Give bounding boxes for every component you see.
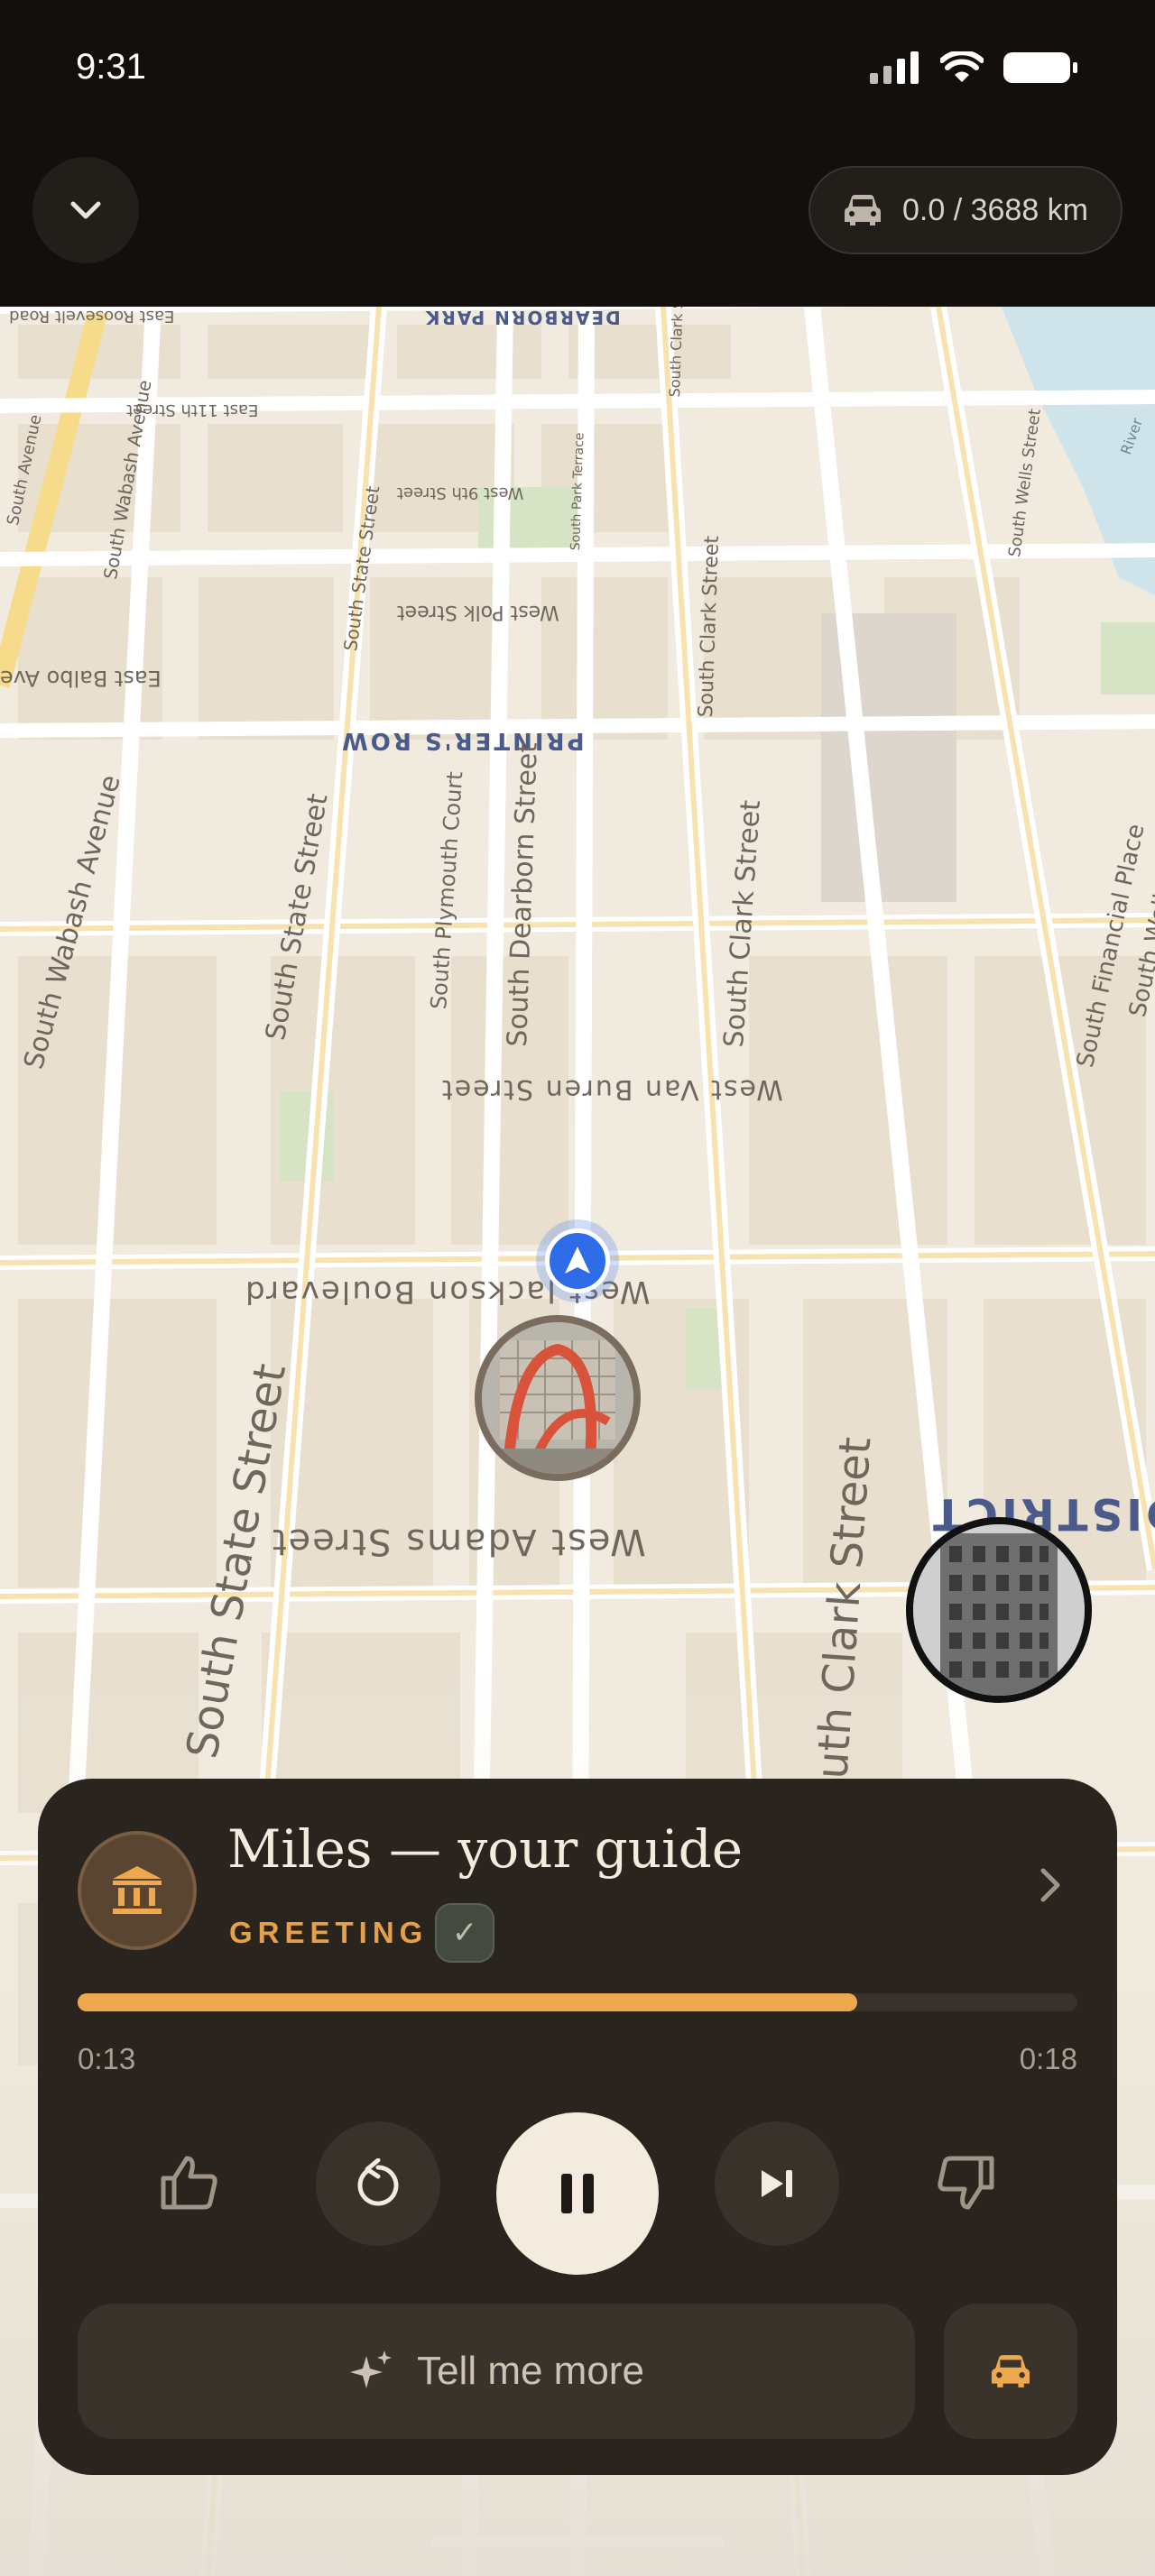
drive-mode-button[interactable] bbox=[944, 2304, 1077, 2439]
flamingo-sculpture-image bbox=[482, 1322, 633, 1474]
tell-me-more-button[interactable]: Tell me more bbox=[78, 2304, 915, 2439]
dislike-button[interactable] bbox=[929, 2147, 1002, 2219]
pause-icon bbox=[561, 2174, 594, 2213]
skip-next-icon bbox=[762, 2170, 792, 2197]
home-indicator[interactable] bbox=[431, 2536, 724, 2547]
sparkle-icon bbox=[350, 2351, 393, 2388]
tell-me-more-label: Tell me more bbox=[417, 2349, 644, 2393]
replay-icon bbox=[357, 2158, 399, 2206]
chapter-label: GREETING bbox=[229, 1916, 429, 1949]
distance-pill[interactable]: 0.0 / 3688 km bbox=[808, 166, 1123, 254]
distance-text: 0.0 / 3688 km bbox=[901, 192, 1088, 227]
poi-historic-building[interactable] bbox=[906, 1517, 1092, 1703]
status-time: 9:31 bbox=[76, 47, 146, 87]
map-label-polk: West Polk Street bbox=[397, 601, 559, 623]
map-label-dearborn-park: DEARBORN PARK bbox=[424, 307, 621, 328]
chapter-complete-badge: ✓ bbox=[435, 1903, 494, 1963]
current-location-marker bbox=[536, 1219, 619, 1302]
guide-title[interactable]: Miles — your guide bbox=[227, 1818, 743, 1880]
car-icon bbox=[844, 195, 881, 225]
open-details-button[interactable] bbox=[1038, 1865, 1065, 1909]
status-icons bbox=[870, 51, 1079, 85]
map-label-van-buren: West Van Buren Street bbox=[440, 1073, 783, 1105]
map-label-balbo: East Balbo Ave bbox=[0, 666, 162, 691]
battery-icon bbox=[1003, 52, 1077, 83]
guide-badge bbox=[78, 1831, 197, 1950]
map-label-adams: West Adams Street bbox=[271, 1521, 646, 1562]
navigation-arrow-icon bbox=[545, 1228, 610, 1293]
wifi-icon bbox=[940, 51, 984, 82]
skip-next-button[interactable] bbox=[715, 2121, 839, 2246]
chevron-down-icon bbox=[70, 201, 101, 219]
map-label-roosevelt: East Roosevelt Road bbox=[9, 307, 175, 326]
audio-guide-player: Miles — your guide GREETING ✓ 0:13 0:18 bbox=[38, 1779, 1117, 2475]
poi-flamingo-sculpture[interactable] bbox=[475, 1315, 641, 1481]
historic-building-image bbox=[913, 1524, 1085, 1696]
time-total: 0:18 bbox=[1019, 2042, 1077, 2075]
status-bar: 9:31 bbox=[0, 0, 1155, 135]
map-label-printers-row: PRINTER'S ROW bbox=[339, 727, 585, 754]
pause-button[interactable] bbox=[496, 2112, 659, 2275]
museum-icon bbox=[113, 1866, 162, 1914]
like-button[interactable] bbox=[153, 2147, 226, 2219]
time-elapsed: 0:13 bbox=[78, 2042, 136, 2075]
map-label-9th: West 9th Street bbox=[397, 483, 524, 502]
collapse-button[interactable] bbox=[32, 157, 139, 263]
playback-progress-fill bbox=[78, 1993, 858, 2011]
thumbs-up-icon bbox=[161, 2156, 217, 2210]
playback-progress[interactable] bbox=[78, 1993, 1077, 2011]
thumbs-down-icon bbox=[938, 2156, 994, 2210]
car-icon bbox=[991, 2355, 1030, 2387]
chevron-right-icon bbox=[1040, 1868, 1060, 1902]
replay-button[interactable] bbox=[316, 2121, 440, 2246]
signal-icon bbox=[870, 51, 919, 84]
